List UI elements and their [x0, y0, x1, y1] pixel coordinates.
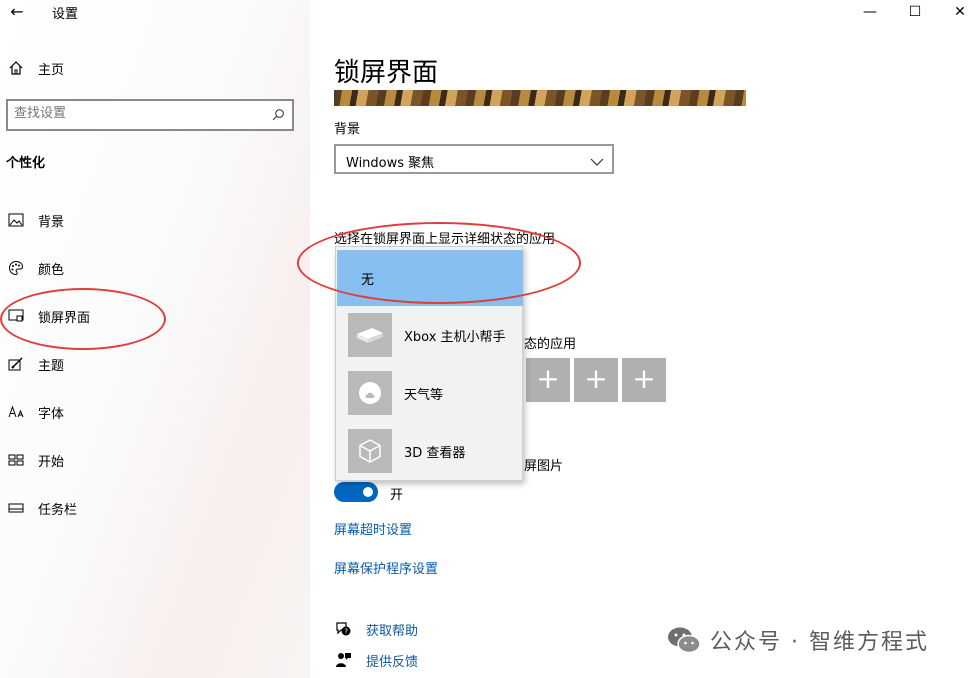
cube-icon	[348, 429, 392, 473]
background-dropdown[interactable]: Windows 聚焦	[334, 144, 614, 174]
section-title: 个性化	[6, 156, 46, 171]
sidebar-item-label: 主题	[38, 358, 65, 374]
watermark: 公众号 · 智维方程式	[666, 622, 929, 658]
add-app-tile[interactable]: +	[574, 358, 618, 402]
screensaver-link[interactable]: 屏幕保护程序设置	[334, 558, 438, 577]
sidebar-item-fonts[interactable]: 字体	[6, 400, 64, 424]
popup-item-weather[interactable]: 天气等	[337, 365, 523, 421]
minimize-button[interactable]: —	[857, 1, 883, 23]
popup-item-label: 天气等	[404, 387, 444, 403]
sidebar-item-taskbar[interactable]: 任务栏	[6, 496, 77, 520]
page-title: 锁屏界面	[334, 58, 439, 88]
background-label: 背景	[334, 122, 361, 137]
add-app-tile[interactable]: +	[526, 358, 570, 402]
get-help-row[interactable]: ? 获取帮助	[334, 619, 418, 639]
quick-status-label: 态的应用	[524, 337, 577, 352]
home-icon	[6, 58, 26, 78]
screen-timeout-link[interactable]: 屏幕超时设置	[334, 519, 412, 538]
sidebar-item-label: 背景	[38, 214, 65, 230]
close-button[interactable]: ✕	[947, 1, 973, 23]
dropdown-value: Windows 聚焦	[346, 156, 435, 171]
weather-icon	[348, 371, 392, 415]
sidebar-item-label: 字体	[38, 406, 65, 422]
add-app-tile[interactable]: +	[622, 358, 666, 402]
feedback-row[interactable]: 提供反馈	[334, 650, 418, 670]
nav-home[interactable]: 主页	[6, 56, 64, 80]
popup-item-xbox[interactable]: Xbox 主机小帮手	[337, 307, 523, 363]
palette-icon	[6, 258, 26, 278]
back-button[interactable]: ←	[6, 2, 28, 22]
help-chat-icon: ?	[334, 620, 352, 638]
svg-text:?: ?	[344, 628, 348, 636]
maximize-button[interactable]: ☐	[902, 1, 928, 23]
toggle-knob	[363, 487, 373, 497]
annotation-ellipse	[0, 288, 166, 350]
popup-item-label: 3D 查看器	[404, 445, 466, 461]
wechat-icon	[666, 625, 702, 655]
toggle-state-label: 开	[390, 488, 404, 503]
feedback-link[interactable]: 提供反馈	[366, 651, 418, 670]
app-title: 设置	[52, 7, 79, 22]
sidebar-item-start[interactable]: 开始	[6, 448, 64, 472]
sidebar-item-label: 颜色	[38, 262, 65, 278]
search-box[interactable]	[6, 99, 294, 131]
annotation-ellipse	[297, 222, 581, 304]
search-icon[interactable]	[270, 107, 286, 123]
popup-item-3d-viewer[interactable]: 3D 查看器	[337, 423, 523, 479]
watermark-text: 公众号 · 智维方程式	[710, 630, 929, 655]
popup-item-label: Xbox 主机小帮手	[404, 329, 506, 345]
search-input[interactable]	[14, 106, 254, 121]
sidebar-item-label: 任务栏	[38, 502, 78, 518]
sidebar-item-label: 开始	[38, 454, 65, 470]
sidebar-item-colors[interactable]: 颜色	[6, 256, 64, 280]
chevron-down-icon	[590, 153, 604, 166]
font-icon	[6, 402, 26, 422]
sidebar-item-background[interactable]: 背景	[6, 208, 64, 232]
theme-icon	[6, 354, 26, 374]
feedback-icon	[334, 651, 352, 669]
signin-bg-label: 屏图片	[524, 459, 564, 474]
start-icon	[6, 450, 26, 470]
signin-bg-toggle[interactable]	[334, 482, 378, 502]
get-help-link[interactable]: 获取帮助	[366, 620, 418, 639]
xbox-icon	[348, 313, 392, 357]
lockscreen-preview-image	[334, 90, 746, 106]
picture-icon	[6, 210, 26, 230]
taskbar-icon	[6, 498, 26, 518]
nav-home-label: 主页	[38, 62, 65, 78]
sidebar-item-themes[interactable]: 主题	[6, 352, 64, 376]
sidebar: ← 设置 主页 个性化 背景 颜色 锁屏界面 主题	[0, 0, 310, 678]
